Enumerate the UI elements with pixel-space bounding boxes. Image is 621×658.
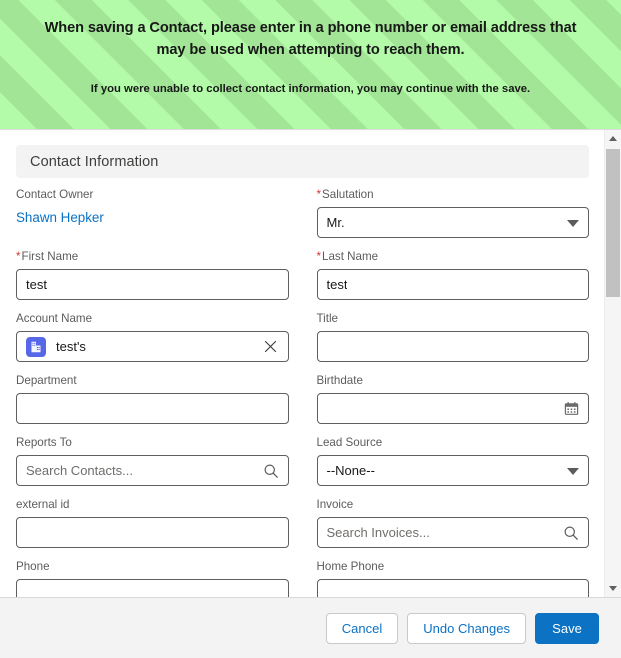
required-asterisk: *	[316, 250, 322, 263]
label-last-name-text: Last Name	[322, 250, 379, 263]
label-first-name: *First Name	[16, 249, 289, 265]
label-external-id: external id	[16, 498, 70, 511]
search-icon[interactable]	[562, 524, 580, 542]
form-scroll-area: Contact Information Contact Owner Shawn …	[0, 130, 621, 597]
banner-secondary-message: If you were unable to collect contact in…	[90, 82, 531, 95]
salutation-select[interactable]: Mr.	[316, 207, 589, 238]
calendar-icon[interactable]	[562, 400, 580, 418]
contact-owner-link[interactable]: Shawn Hepker	[16, 210, 104, 225]
field-lead-source: Lead Source --None--	[316, 435, 589, 486]
required-asterisk: *	[316, 188, 322, 201]
field-phone: Phone	[16, 559, 289, 597]
first-name-value: test	[26, 278, 47, 291]
label-invoice: Invoice	[316, 498, 354, 511]
field-invoice: Invoice Search Invoices...	[316, 497, 589, 548]
label-account-name: Account Name	[16, 312, 93, 325]
field-external-id: external id	[16, 497, 289, 548]
label-first-name-text: First Name	[21, 250, 79, 263]
scrollbar-thumb[interactable]	[606, 149, 620, 297]
contact-owner-value: Shawn Hepker	[16, 207, 289, 228]
phone-input[interactable]	[16, 579, 289, 597]
field-home-phone: Home Phone	[316, 559, 589, 597]
last-name-input[interactable]: test	[316, 269, 589, 300]
save-button[interactable]: Save	[535, 612, 599, 644]
vertical-scrollbar[interactable]	[604, 130, 621, 597]
section-header-contact-information: Contact Information	[16, 145, 589, 178]
scroll-up-arrow-icon[interactable]	[605, 130, 621, 147]
modal-footer: Cancel Undo Changes Save	[0, 597, 621, 658]
field-last-name: *Last Name test	[316, 249, 590, 300]
account-icon	[26, 336, 46, 357]
contact-form-grid: Contact Owner Shawn Hepker *Salutation M…	[16, 187, 589, 597]
cancel-button[interactable]: Cancel	[325, 612, 399, 644]
last-name-value: test	[326, 278, 348, 291]
chevron-down-icon	[567, 219, 579, 227]
invoice-search-input[interactable]: Search Invoices...	[316, 517, 589, 548]
label-home-phone: Home Phone	[316, 560, 385, 573]
field-contact-owner: Contact Owner Shawn Hepker	[16, 187, 289, 238]
reports-to-placeholder: Search Contacts...	[26, 463, 133, 478]
account-name-value: test's	[56, 340, 86, 353]
label-phone: Phone	[16, 560, 50, 573]
birthdate-input[interactable]	[316, 393, 589, 424]
label-last-name: *Last Name	[317, 249, 590, 265]
first-name-input[interactable]: test	[16, 269, 289, 300]
required-asterisk: *	[16, 250, 21, 263]
close-icon[interactable]	[264, 340, 278, 354]
field-title: Title	[316, 311, 589, 362]
label-contact-owner: Contact Owner	[16, 188, 94, 201]
banner-primary-message: When saving a Contact, please enter in a…	[44, 20, 577, 58]
edit-contact-modal: When saving a Contact, please enter in a…	[0, 0, 621, 658]
home-phone-input[interactable]	[316, 579, 589, 597]
reports-to-search-input[interactable]: Search Contacts...	[16, 455, 289, 486]
label-reports-to: Reports To	[16, 436, 72, 449]
lead-source-value: --None--	[326, 464, 375, 477]
search-icon[interactable]	[262, 462, 280, 480]
field-salutation: *Salutation Mr.	[316, 187, 590, 238]
scroll-down-arrow-icon[interactable]	[605, 580, 621, 597]
field-account-name: Account Name test's	[16, 311, 289, 362]
label-title: Title	[316, 312, 338, 325]
field-department: Department	[16, 373, 289, 424]
field-birthdate: Birthdate	[316, 373, 589, 424]
form-content: Contact Information Contact Owner Shawn …	[0, 130, 604, 597]
label-department: Department	[16, 374, 77, 387]
invoice-placeholder: Search Invoices...	[326, 525, 430, 540]
lead-source-select[interactable]: --None--	[316, 455, 589, 486]
warning-banner: When saving a Contact, please enter in a…	[0, 0, 621, 130]
chevron-down-icon	[567, 467, 579, 475]
label-salutation-text: Salutation	[322, 188, 374, 201]
external-id-input[interactable]	[16, 517, 289, 548]
section-title: Contact Information	[30, 153, 159, 170]
undo-changes-button[interactable]: Undo Changes	[407, 612, 526, 644]
department-input[interactable]	[16, 393, 289, 424]
label-birthdate: Birthdate	[316, 374, 363, 387]
field-first-name: *First Name test	[16, 249, 289, 300]
account-name-lookup[interactable]: test's	[16, 331, 289, 362]
label-lead-source: Lead Source	[316, 436, 383, 449]
field-reports-to: Reports To Search Contacts...	[16, 435, 289, 486]
label-salutation: *Salutation	[317, 187, 590, 203]
salutation-value: Mr.	[326, 216, 345, 229]
title-input[interactable]	[316, 331, 589, 362]
